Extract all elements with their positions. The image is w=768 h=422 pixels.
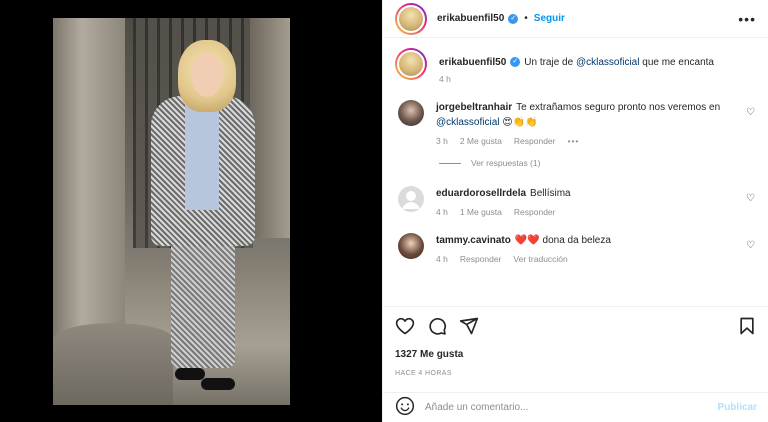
comment-item: eduardorosellrdela Bellísima 4 h 1 Me gus… bbox=[395, 186, 756, 217]
post-actions: 1327 Me gusta HACE 4 HORAS bbox=[383, 306, 768, 377]
view-replies[interactable]: Ver respuestas (1) bbox=[439, 158, 756, 168]
photo-shoe bbox=[201, 378, 235, 390]
comment-item: tammy.cavinato ❤️❤️ dona da beleza 4 h Re… bbox=[395, 233, 756, 264]
reply-button[interactable]: Responder bbox=[460, 254, 502, 264]
comment-avatar[interactable] bbox=[398, 100, 424, 126]
photo-person-face bbox=[191, 53, 223, 97]
photo-column-base bbox=[53, 323, 173, 405]
photo-column-right bbox=[250, 18, 290, 238]
comment-text: Bellísima bbox=[530, 188, 571, 199]
like-heart-icon[interactable]: ♡ bbox=[746, 241, 756, 251]
caption-username[interactable]: erikabuenfil50 bbox=[439, 57, 506, 68]
comment-time[interactable]: 4 h bbox=[436, 254, 448, 264]
caption-text-before: Un traje de bbox=[524, 57, 576, 68]
translate-button[interactable]: Ver traducción bbox=[513, 254, 567, 264]
comment-emoji: 😍👏👏 bbox=[502, 117, 538, 128]
verified-icon: ✓ bbox=[510, 57, 521, 68]
default-avatar-icon bbox=[402, 191, 420, 209]
post-time-ago[interactable]: HACE 4 HORAS bbox=[395, 370, 757, 377]
post-side-panel: erikabuenfil50 ✓ • Seguir ••• erikabuenf… bbox=[382, 0, 768, 422]
comments-list: erikabuenfil50 ✓ Un traje de @cklassoficia… bbox=[383, 38, 768, 328]
verified-icon: ✓ bbox=[508, 13, 519, 24]
photo-person-pants bbox=[171, 238, 235, 368]
like-icon[interactable] bbox=[395, 316, 415, 336]
comment-avatar[interactable] bbox=[398, 186, 424, 212]
comment-username[interactable]: eduardorosellrdela bbox=[436, 188, 526, 199]
comment-username[interactable]: tammy.cavinato bbox=[436, 235, 511, 246]
post-media[interactable] bbox=[0, 0, 382, 422]
header-username[interactable]: erikabuenfil50 bbox=[437, 13, 504, 24]
comment-text: Te extrañamos seguro pronto nos veremos … bbox=[516, 102, 721, 113]
caption: erikabuenfil50 ✓ Un traje de @cklassoficia… bbox=[395, 48, 756, 84]
replies-line bbox=[439, 162, 461, 164]
comment-avatar[interactable] bbox=[398, 233, 424, 259]
share-icon[interactable] bbox=[459, 316, 479, 336]
separator-dot: • bbox=[524, 13, 528, 24]
photo-shoe bbox=[175, 368, 205, 380]
comment-time[interactable]: 3 h bbox=[436, 136, 448, 146]
likes-count[interactable]: 1327 Me gusta bbox=[395, 349, 757, 360]
caption-text-after: que me encanta bbox=[639, 57, 714, 68]
like-heart-icon[interactable]: ♡ bbox=[746, 108, 756, 118]
comment-text: dona da beleza bbox=[542, 235, 611, 246]
comment-input[interactable] bbox=[425, 402, 718, 413]
comment-options-icon[interactable]: ••• bbox=[567, 136, 579, 146]
view-replies-label[interactable]: Ver respuestas (1) bbox=[471, 158, 540, 168]
comment-likes[interactable]: 2 Me gusta bbox=[460, 136, 502, 146]
caption-avatar[interactable] bbox=[395, 48, 427, 80]
post-header: erikabuenfil50 ✓ • Seguir ••• bbox=[383, 0, 768, 38]
comment-time[interactable]: 4 h bbox=[436, 207, 448, 217]
like-heart-icon[interactable]: ♡ bbox=[746, 194, 756, 204]
comment-icon[interactable] bbox=[427, 316, 447, 336]
bookmark-icon[interactable] bbox=[737, 316, 757, 336]
comment-item: jorgebeltranhair Te extrañamos seguro pro… bbox=[395, 100, 756, 146]
caption-time[interactable]: 4 h bbox=[439, 74, 451, 84]
avatar[interactable] bbox=[395, 2, 427, 35]
comment-emoji: ❤️❤️ bbox=[514, 235, 540, 246]
more-horizontal-icon[interactable]: ••• bbox=[738, 11, 756, 27]
reply-button[interactable]: Responder bbox=[514, 136, 556, 146]
post-photo[interactable] bbox=[53, 18, 290, 405]
comment-username[interactable]: jorgebeltranhair bbox=[436, 102, 512, 113]
comment-mention[interactable]: @cklassoficial bbox=[436, 117, 500, 128]
add-comment-bar: Publicar bbox=[383, 392, 768, 422]
reply-button[interactable]: Responder bbox=[514, 207, 556, 217]
publish-button[interactable]: Publicar bbox=[718, 402, 757, 413]
photo-person-shirt bbox=[185, 100, 219, 210]
comment-likes[interactable]: 1 Me gusta bbox=[460, 207, 502, 217]
photo-column bbox=[53, 18, 125, 348]
emoji-icon[interactable] bbox=[395, 396, 415, 419]
follow-button[interactable]: Seguir bbox=[534, 13, 565, 24]
caption-mention[interactable]: @cklassoficial bbox=[576, 57, 640, 68]
